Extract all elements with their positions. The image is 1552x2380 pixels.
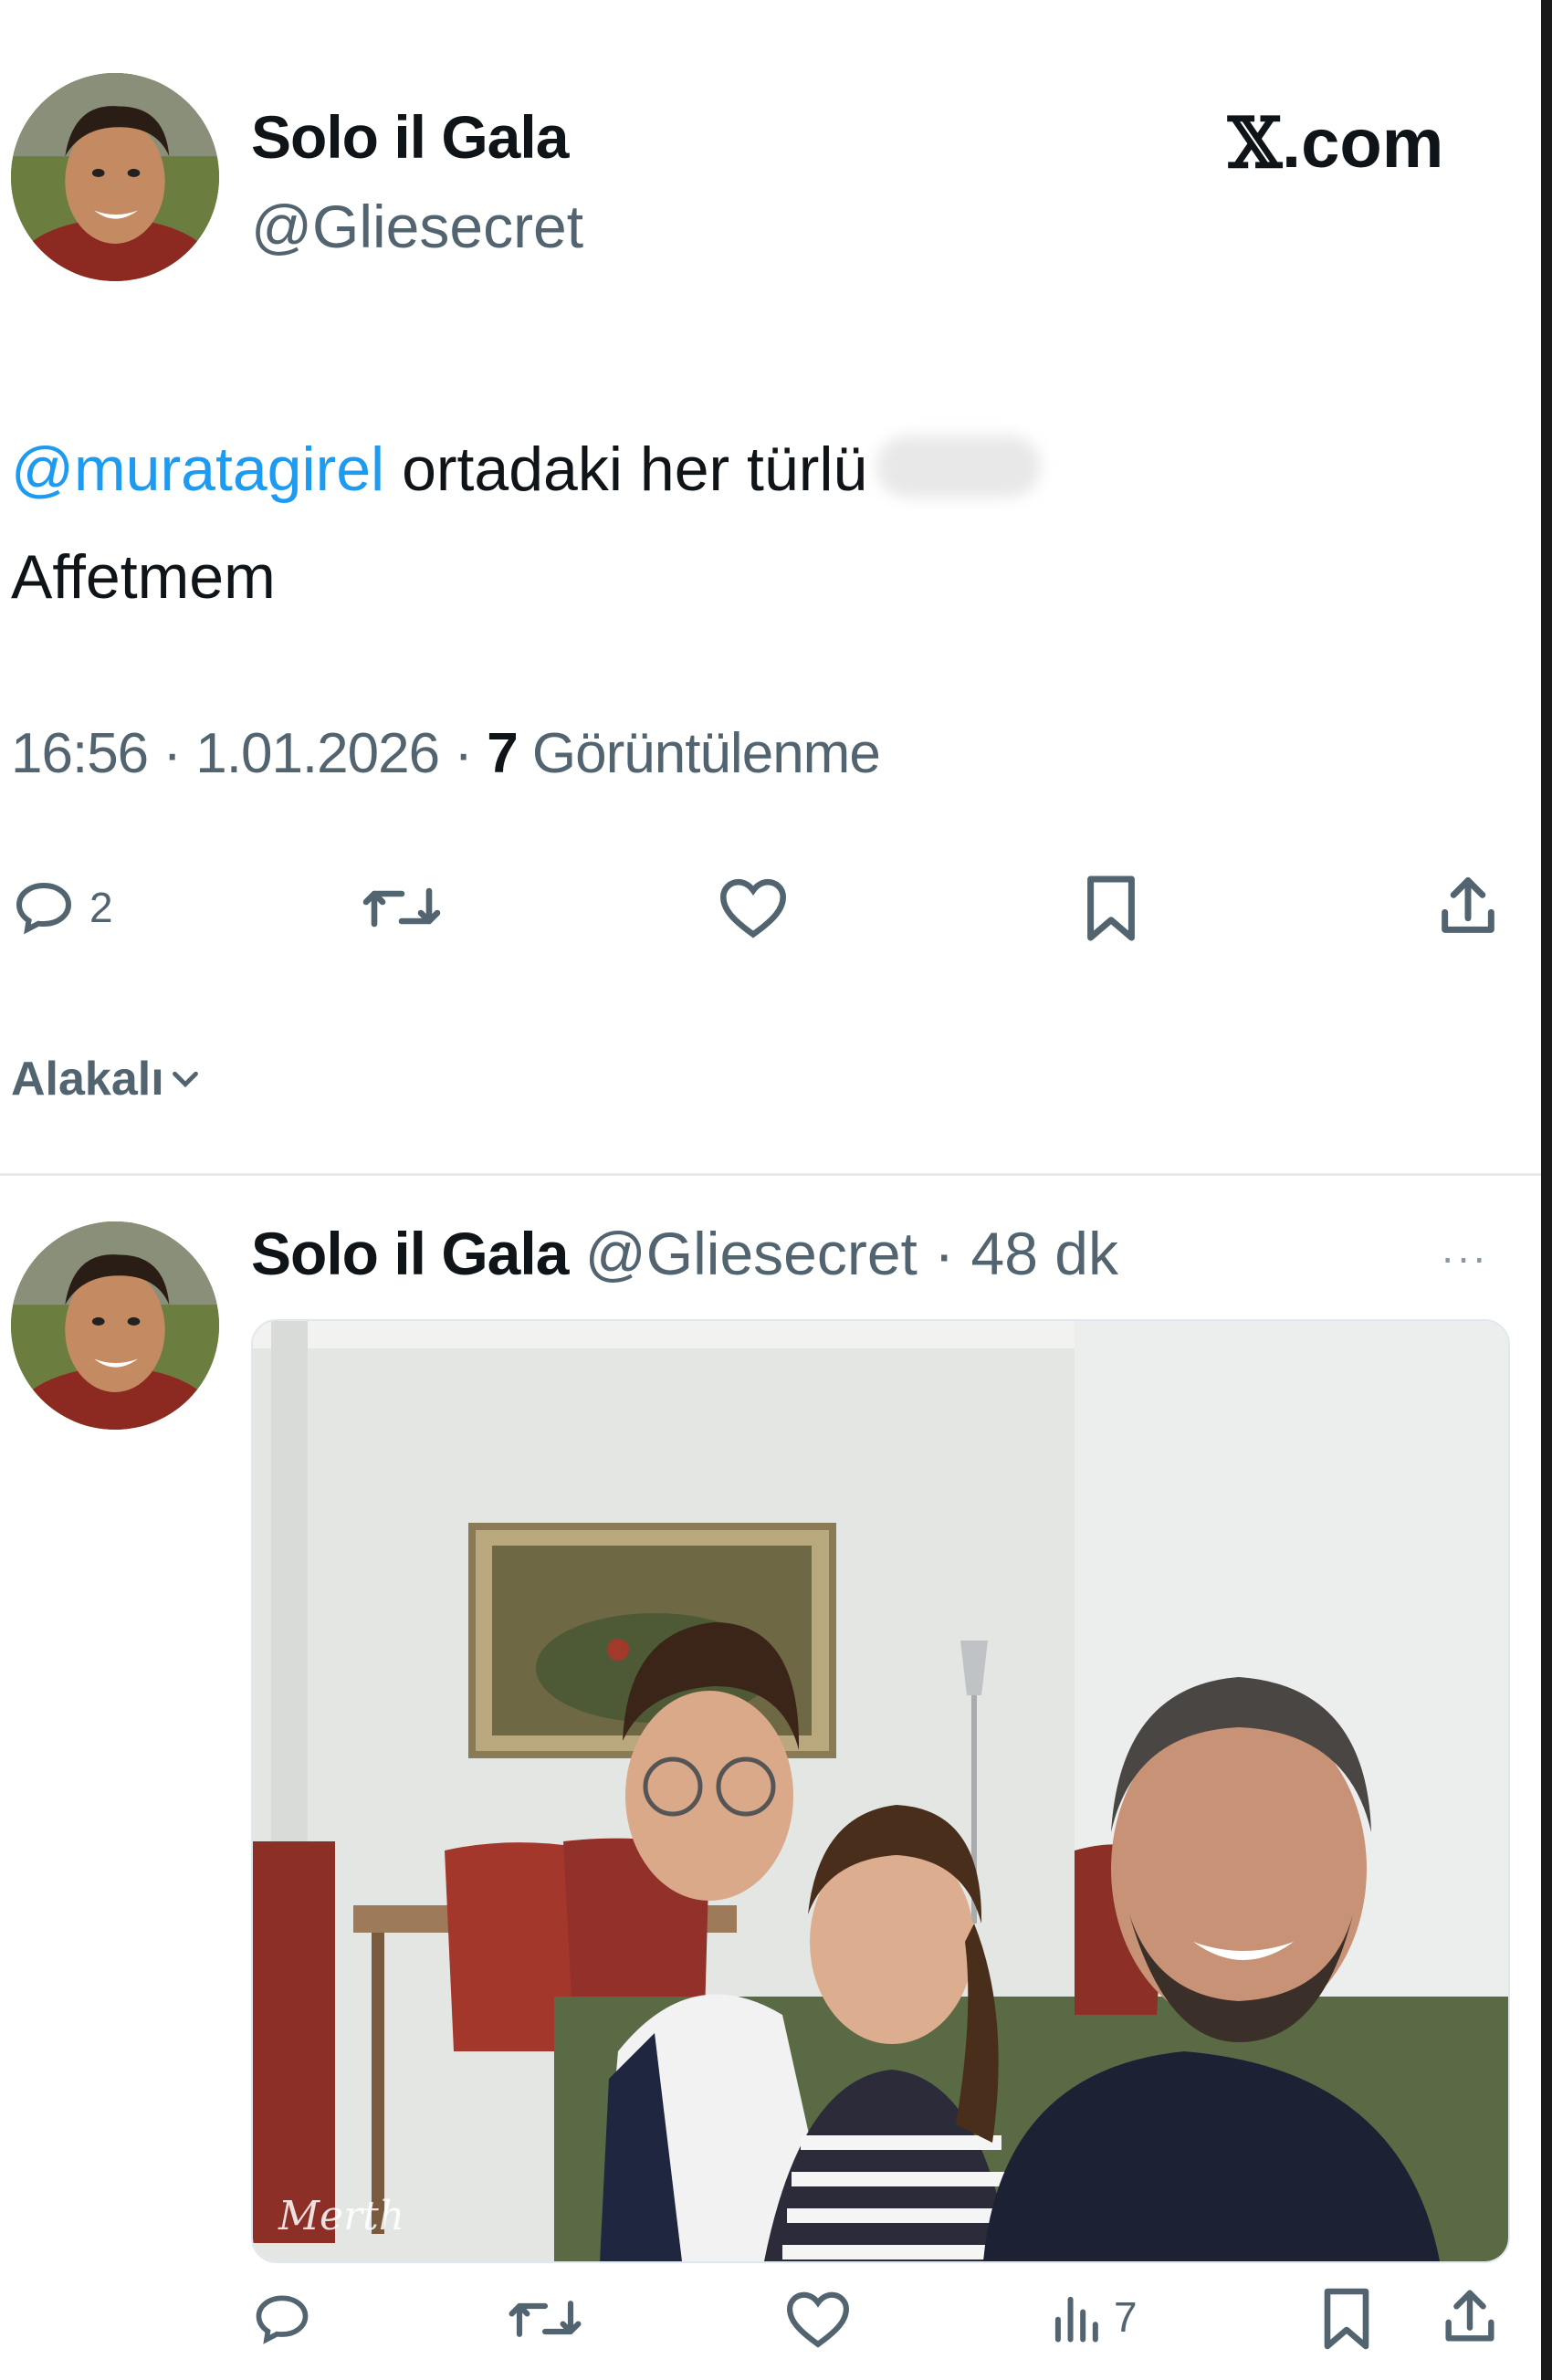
views-label[interactable]: Görüntülenme — [518, 722, 881, 785]
tweet-time[interactable]: 16:56 — [11, 722, 149, 785]
retweet-icon — [509, 2301, 582, 2337]
author-avatar[interactable] — [11, 73, 219, 281]
bookmark-icon — [1087, 875, 1135, 941]
x-logo-icon: 𝕏 — [1228, 102, 1282, 183]
bookmark-button[interactable] — [1082, 873, 1140, 944]
tweet-date[interactable]: 1.01.2026 — [195, 722, 440, 785]
divider — [0, 1173, 1541, 1176]
reply-age[interactable]: 48 dk — [971, 1220, 1118, 1287]
retweet-icon — [362, 887, 441, 928]
reply-reply-button[interactable] — [251, 2288, 313, 2350]
meta-separator: · — [148, 722, 196, 785]
screen-edge — [1541, 0, 1552, 2380]
reply-views-count: 7 — [1114, 2293, 1138, 2341]
reply-icon — [256, 2295, 309, 2344]
like-button[interactable] — [717, 875, 790, 940]
more-options-icon[interactable]: ··· — [1441, 1232, 1488, 1282]
photo-watermark: Merth — [278, 2193, 405, 2239]
reply-actions: 7 — [0, 2282, 1552, 2364]
reply-header: Solo il Gala @Gliesecret · 48 dk — [251, 1219, 1118, 1288]
bookmark-icon — [1324, 2288, 1369, 2350]
chevron-down-icon — [172, 1071, 198, 1088]
author-handle[interactable]: @Gliesecret — [251, 192, 583, 261]
reply-author-avatar[interactable] — [11, 1221, 219, 1430]
reply-share-button[interactable] — [1438, 2284, 1502, 2350]
reply-count: 2 — [89, 884, 113, 931]
views-count: 7 — [487, 722, 518, 785]
tweet-meta: 16:56 · 1.01.2026 · 7 Görüntülenme — [11, 721, 881, 786]
reply-button[interactable]: 2 — [11, 875, 113, 940]
views-icon — [1054, 2296, 1098, 2343]
site-label: 𝕏.com — [1228, 102, 1443, 183]
reply-bookmark-button[interactable] — [1319, 2286, 1374, 2352]
tweet-actions: 2 — [0, 867, 1552, 949]
tweet-text-line2: Affetmem — [11, 542, 276, 612]
reply-like-button[interactable] — [783, 2288, 853, 2350]
meta-separator: · — [439, 722, 488, 785]
meta-separator: · — [917, 1220, 971, 1287]
sort-label: Alakalı — [11, 1053, 164, 1106]
reply-retweet-button[interactable] — [507, 2288, 583, 2350]
retweet-button[interactable] — [361, 875, 443, 940]
reply-author-handle[interactable]: @Gliesecret — [585, 1220, 918, 1287]
redacted-word — [876, 435, 1042, 498]
share-button[interactable] — [1433, 871, 1503, 942]
mention-link[interactable]: @muratagirel — [11, 435, 384, 504]
author-name[interactable]: Solo il Gala — [251, 102, 569, 172]
share-icon — [1442, 877, 1494, 933]
share-icon — [1445, 2290, 1494, 2342]
like-icon — [786, 2291, 850, 2348]
sort-dropdown[interactable]: Alakalı — [11, 1052, 206, 1106]
tweet-text-line1: ortadaki her türlü — [384, 435, 868, 504]
like-icon — [719, 878, 787, 938]
reply-photo[interactable]: Merth — [251, 1319, 1510, 2263]
reply-author-name[interactable]: Solo il Gala — [251, 1220, 569, 1287]
site-suffix: .com — [1281, 105, 1444, 183]
reply-views-button[interactable]: 7 — [1050, 2290, 1138, 2344]
reply-icon — [16, 882, 72, 935]
tweet-text: @muratagirel ortadaki her türlü Affetmem — [11, 415, 1490, 631]
